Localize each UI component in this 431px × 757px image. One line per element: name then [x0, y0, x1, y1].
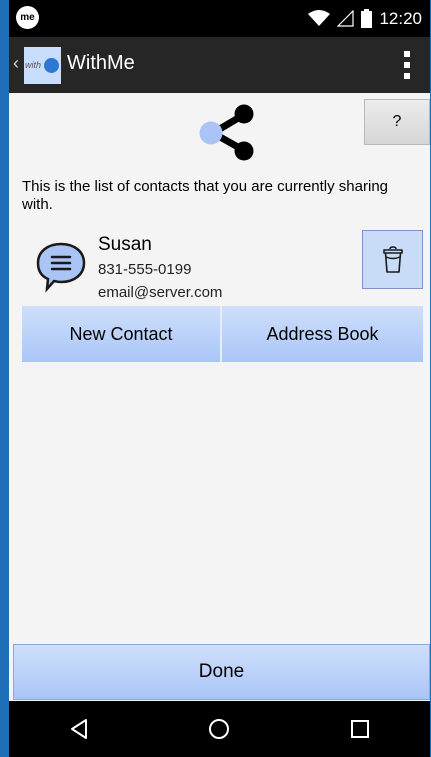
- app-logo[interactable]: with: [24, 47, 61, 84]
- wifi-icon: [308, 10, 331, 26]
- chat-bubble-icon: [36, 242, 86, 293]
- signal-icon: [337, 10, 355, 27]
- done-button[interactable]: Done: [13, 644, 430, 700]
- status-bar: me 12:20: [9, 0, 430, 37]
- nav-recents-button[interactable]: [340, 709, 380, 749]
- share-icon: [199, 104, 254, 161]
- overflow-menu-icon[interactable]: [404, 51, 410, 79]
- contact-actions: New Contact Address Book: [22, 306, 423, 362]
- contact-name[interactable]: Susan: [98, 234, 152, 256]
- recents-icon: [350, 720, 369, 738]
- contact-email: email@server.com: [98, 284, 223, 301]
- status-time: 12:20: [379, 8, 422, 28]
- app-logo-circle: [44, 58, 59, 73]
- system-nav-bar: [9, 701, 430, 757]
- nav-home-button[interactable]: [199, 709, 239, 749]
- app-notification-icon: me: [16, 6, 39, 29]
- back-icon: [71, 719, 88, 739]
- app-title: WithMe: [67, 52, 135, 74]
- device-screen: me 12:20 ‹ with WithMe ? This is the lis…: [9, 0, 430, 757]
- contact-phone: 831-555-0199: [98, 261, 192, 278]
- battery-icon: [361, 9, 373, 28]
- intro-text: This is the list of contacts that you ar…: [22, 178, 388, 213]
- trash-icon: [382, 245, 403, 273]
- new-contact-button[interactable]: New Contact: [22, 306, 222, 362]
- up-navigation-icon[interactable]: ‹: [13, 53, 19, 74]
- action-bar: ‹ with WithMe: [9, 37, 430, 93]
- help-button[interactable]: ?: [364, 99, 430, 145]
- app-logo-text: with: [25, 60, 42, 70]
- delete-contact-button[interactable]: [362, 230, 423, 289]
- nav-back-button[interactable]: [59, 709, 99, 749]
- address-book-button[interactable]: Address Book: [222, 306, 423, 362]
- home-icon: [209, 719, 230, 739]
